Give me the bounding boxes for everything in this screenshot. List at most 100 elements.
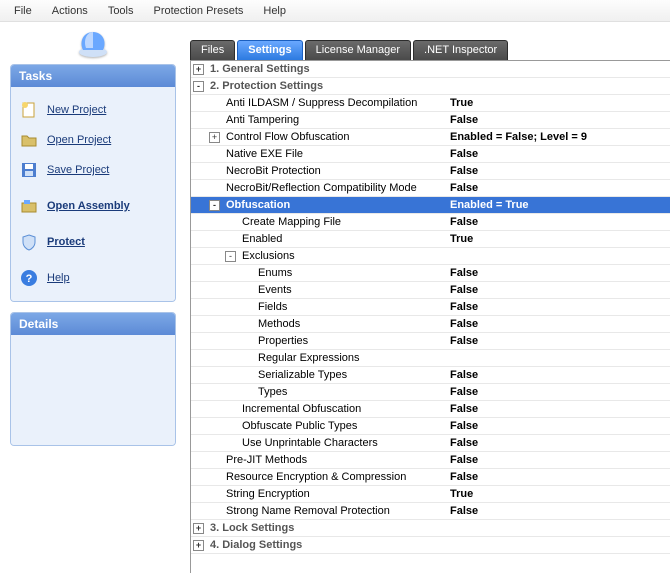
assembly-icon — [19, 196, 39, 216]
menu-actions[interactable]: Actions — [42, 5, 98, 17]
grid-row[interactable]: +Control Flow ObfuscationEnabled = False… — [191, 129, 670, 146]
property-name: 4. Dialog Settings — [208, 539, 302, 551]
property-name: String Encryption — [224, 488, 310, 500]
grid-row[interactable]: PropertiesFalse — [191, 333, 670, 350]
spacer — [241, 353, 252, 364]
property-name: Fields — [256, 301, 287, 313]
svg-text:?: ? — [26, 273, 33, 285]
property-value: Enabled = True — [450, 199, 670, 211]
spacer — [225, 234, 236, 245]
property-value: True — [450, 233, 670, 245]
property-name: Regular Expressions — [256, 352, 360, 364]
property-value: False — [450, 403, 670, 415]
property-name: Anti ILDASM / Suppress Decompilation — [224, 97, 417, 109]
property-name: Obfuscation — [224, 199, 290, 211]
grid-row[interactable]: String EncryptionTrue — [191, 486, 670, 503]
menubar: FileActionsToolsProtection PresetsHelp — [0, 0, 670, 22]
property-name: NecroBit/Reflection Compatibility Mode — [224, 182, 417, 194]
task-new-project[interactable]: New Project — [15, 95, 171, 125]
task-open-project[interactable]: Open Project — [15, 125, 171, 155]
task-protect[interactable]: Protect — [15, 227, 171, 257]
grid-row[interactable]: +3. Lock Settings — [191, 520, 670, 537]
grid-row[interactable]: NecroBit ProtectionFalse — [191, 163, 670, 180]
menu-help[interactable]: Help — [253, 5, 296, 17]
details-panel-title: Details — [11, 313, 175, 335]
grid-row[interactable]: Anti ILDASM / Suppress Decompilation True — [191, 95, 670, 112]
grid-row[interactable]: TypesFalse — [191, 384, 670, 401]
property-value: True — [450, 97, 670, 109]
property-value: False — [450, 182, 670, 194]
grid-row[interactable]: MethodsFalse — [191, 316, 670, 333]
property-name: Incremental Obfuscation — [240, 403, 361, 415]
task-open-assembly[interactable]: Open Assembly — [15, 191, 171, 221]
app-logo — [10, 30, 176, 64]
menu-tools[interactable]: Tools — [98, 5, 144, 17]
spacer — [209, 455, 220, 466]
grid-row[interactable]: Create Mapping FileFalse — [191, 214, 670, 231]
task-help[interactable]: ?Help — [15, 263, 171, 293]
task-label: New Project — [47, 104, 106, 116]
task-label: Save Project — [47, 164, 109, 176]
property-name: 2. Protection Settings — [208, 80, 323, 92]
grid-row[interactable]: Strong Name Removal ProtectionFalse — [191, 503, 670, 520]
task-label: Protect — [47, 236, 85, 248]
grid-row[interactable]: Fields False — [191, 299, 670, 316]
sidebar: Tasks New ProjectOpen ProjectSave Projec… — [0, 22, 186, 575]
grid-row[interactable]: -Exclusions — [191, 248, 670, 265]
spacer — [209, 166, 220, 177]
grid-row[interactable]: +4. Dialog Settings — [191, 537, 670, 554]
grid-row[interactable]: EnumsFalse — [191, 265, 670, 282]
property-value: False — [450, 335, 670, 347]
spacer — [241, 387, 252, 398]
property-value: False — [450, 301, 670, 313]
property-name: Enabled — [240, 233, 282, 245]
expand-icon[interactable]: + — [193, 523, 204, 534]
grid-row[interactable]: Pre-JIT MethodsFalse — [191, 452, 670, 469]
task-save-project[interactable]: Save Project — [15, 155, 171, 185]
tab-files[interactable]: Files — [190, 40, 235, 60]
property-name: Anti Tampering — [224, 114, 299, 126]
grid-row[interactable]: Serializable TypesFalse — [191, 367, 670, 384]
property-grid[interactable]: +1. General Settings-2. Protection Setti… — [190, 60, 670, 573]
property-name: Methods — [256, 318, 300, 330]
expand-icon[interactable]: + — [209, 132, 220, 143]
property-value: False — [450, 420, 670, 432]
expand-icon[interactable]: + — [193, 540, 204, 551]
grid-row[interactable]: EventsFalse — [191, 282, 670, 299]
grid-row[interactable]: +1. General Settings — [191, 61, 670, 78]
tasks-panel: Tasks New ProjectOpen ProjectSave Projec… — [10, 64, 176, 302]
menu-protection-presets[interactable]: Protection Presets — [144, 5, 254, 17]
grid-row[interactable]: Resource Encryption & CompressionFalse — [191, 469, 670, 486]
property-value: False — [450, 216, 670, 228]
property-value: False — [450, 114, 670, 126]
grid-row[interactable]: NecroBit/Reflection Compatibility Mode Fa… — [191, 180, 670, 197]
grid-row[interactable]: Enabled True — [191, 231, 670, 248]
expand-icon[interactable]: + — [193, 64, 204, 75]
spacer — [225, 404, 236, 415]
help-icon: ? — [19, 268, 39, 288]
spacer — [241, 370, 252, 381]
property-value: False — [450, 454, 670, 466]
menu-file[interactable]: File — [4, 5, 42, 17]
spacer — [241, 302, 252, 313]
grid-row[interactable]: -2. Protection Settings — [191, 78, 670, 95]
property-name: Types — [256, 386, 287, 398]
grid-row[interactable]: Use Unprintable CharactersFalse — [191, 435, 670, 452]
grid-row[interactable]: -Obfuscation Enabled = True — [191, 197, 670, 214]
tab--net-inspector[interactable]: .NET Inspector — [413, 40, 508, 60]
collapse-icon[interactable]: - — [193, 81, 204, 92]
grid-row[interactable]: Incremental Obfuscation False — [191, 401, 670, 418]
tab-settings[interactable]: Settings — [237, 40, 302, 60]
spacer — [241, 285, 252, 296]
collapse-icon[interactable]: - — [209, 200, 220, 211]
grid-row[interactable]: Regular Expressions — [191, 350, 670, 367]
save-icon — [19, 160, 39, 180]
grid-row[interactable]: Native EXE FileFalse — [191, 146, 670, 163]
collapse-icon[interactable]: - — [225, 251, 236, 262]
grid-row[interactable]: Obfuscate Public TypesFalse — [191, 418, 670, 435]
property-name: Events — [256, 284, 292, 296]
property-name: Enums — [256, 267, 292, 279]
tab-license-manager[interactable]: License Manager — [305, 40, 411, 60]
grid-row[interactable]: Anti Tampering False — [191, 112, 670, 129]
spacer — [225, 421, 236, 432]
